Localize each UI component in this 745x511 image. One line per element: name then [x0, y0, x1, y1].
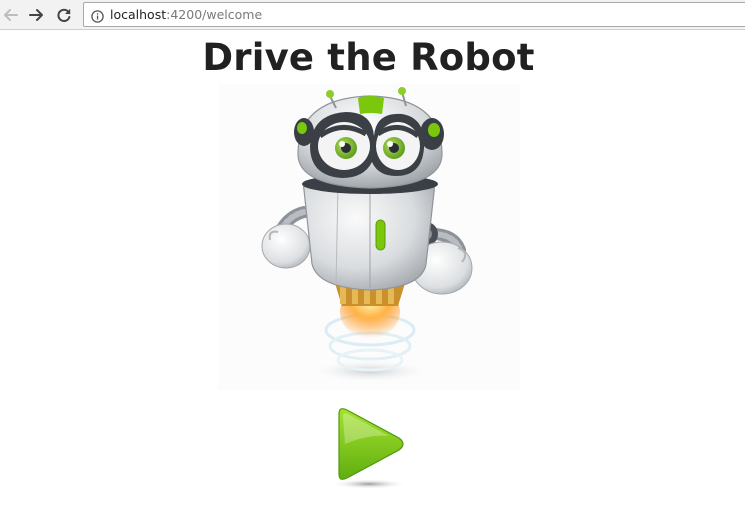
back-button[interactable] [1, 5, 21, 25]
url-path: :4200/welcome [166, 7, 263, 22]
info-icon[interactable] [91, 8, 104, 23]
reload-icon [54, 5, 74, 25]
play-icon [329, 408, 411, 496]
address-bar[interactable]: localhost:4200/welcome [83, 2, 745, 27]
robot-mascot-image [218, 84, 520, 390]
arrow-left-icon [1, 5, 21, 25]
reload-button[interactable] [54, 5, 74, 25]
browser-toolbar: localhost:4200/welcome [0, 0, 745, 30]
url-text: localhost:4200/welcome [110, 7, 262, 22]
play-button[interactable] [329, 404, 411, 492]
page-title: Drive the Robot [202, 36, 535, 79]
arrow-right-icon [26, 5, 46, 25]
url-host: localhost [110, 7, 167, 22]
forward-button[interactable] [26, 5, 46, 25]
